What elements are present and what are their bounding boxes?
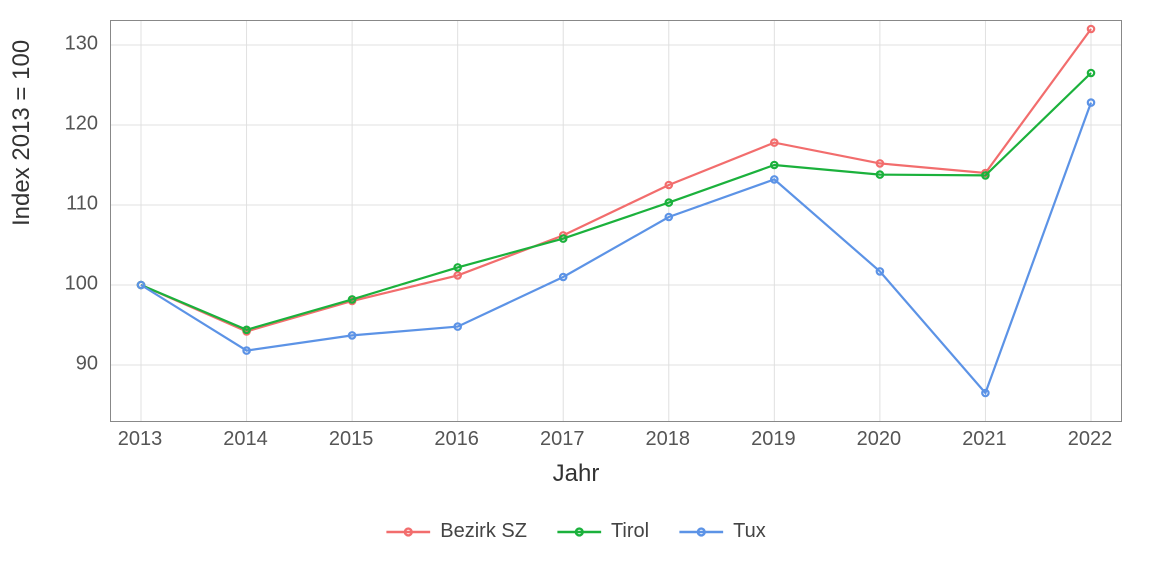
legend-label: Tirol <box>611 520 649 543</box>
y-axis-label: Index 2013 = 100 <box>8 40 36 226</box>
series-line-2 <box>141 103 1091 393</box>
legend-item-2: Tux <box>679 520 766 543</box>
y-tick-label: 100 <box>65 273 98 296</box>
x-tick-label: 2016 <box>434 428 479 451</box>
y-tick-label: 130 <box>65 33 98 56</box>
series-line-0 <box>141 29 1091 331</box>
x-tick-label: 2021 <box>962 428 1007 451</box>
y-tick-label: 120 <box>65 113 98 136</box>
legend-swatch-icon <box>679 522 723 542</box>
x-tick-label: 2013 <box>118 428 163 451</box>
x-tick-label: 2017 <box>540 428 585 451</box>
legend-swatch-icon <box>386 522 430 542</box>
plot-svg <box>111 21 1121 421</box>
legend-label: Bezirk SZ <box>440 520 527 543</box>
legend-item-1: Tirol <box>557 520 649 543</box>
x-tick-label: 2014 <box>223 428 268 451</box>
legend: Bezirk SZ Tirol Tux <box>386 520 765 543</box>
legend-item-0: Bezirk SZ <box>386 520 527 543</box>
series-line-1 <box>141 73 1091 330</box>
x-tick-label: 2015 <box>329 428 374 451</box>
y-tick-label: 110 <box>66 193 98 216</box>
x-tick-label: 2019 <box>751 428 796 451</box>
x-tick-label: 2020 <box>857 428 902 451</box>
x-axis-label: Jahr <box>553 460 600 488</box>
legend-swatch-icon <box>557 522 601 542</box>
chart-container: Index 2013 = 100 2013 2014 2015 2016 2017 201… <box>0 0 1152 576</box>
x-tick-label: 2018 <box>646 428 691 451</box>
legend-label: Tux <box>733 520 766 543</box>
x-tick-label: 2022 <box>1068 428 1113 451</box>
y-tick-label: 90 <box>76 353 98 376</box>
plot-area <box>110 20 1122 422</box>
